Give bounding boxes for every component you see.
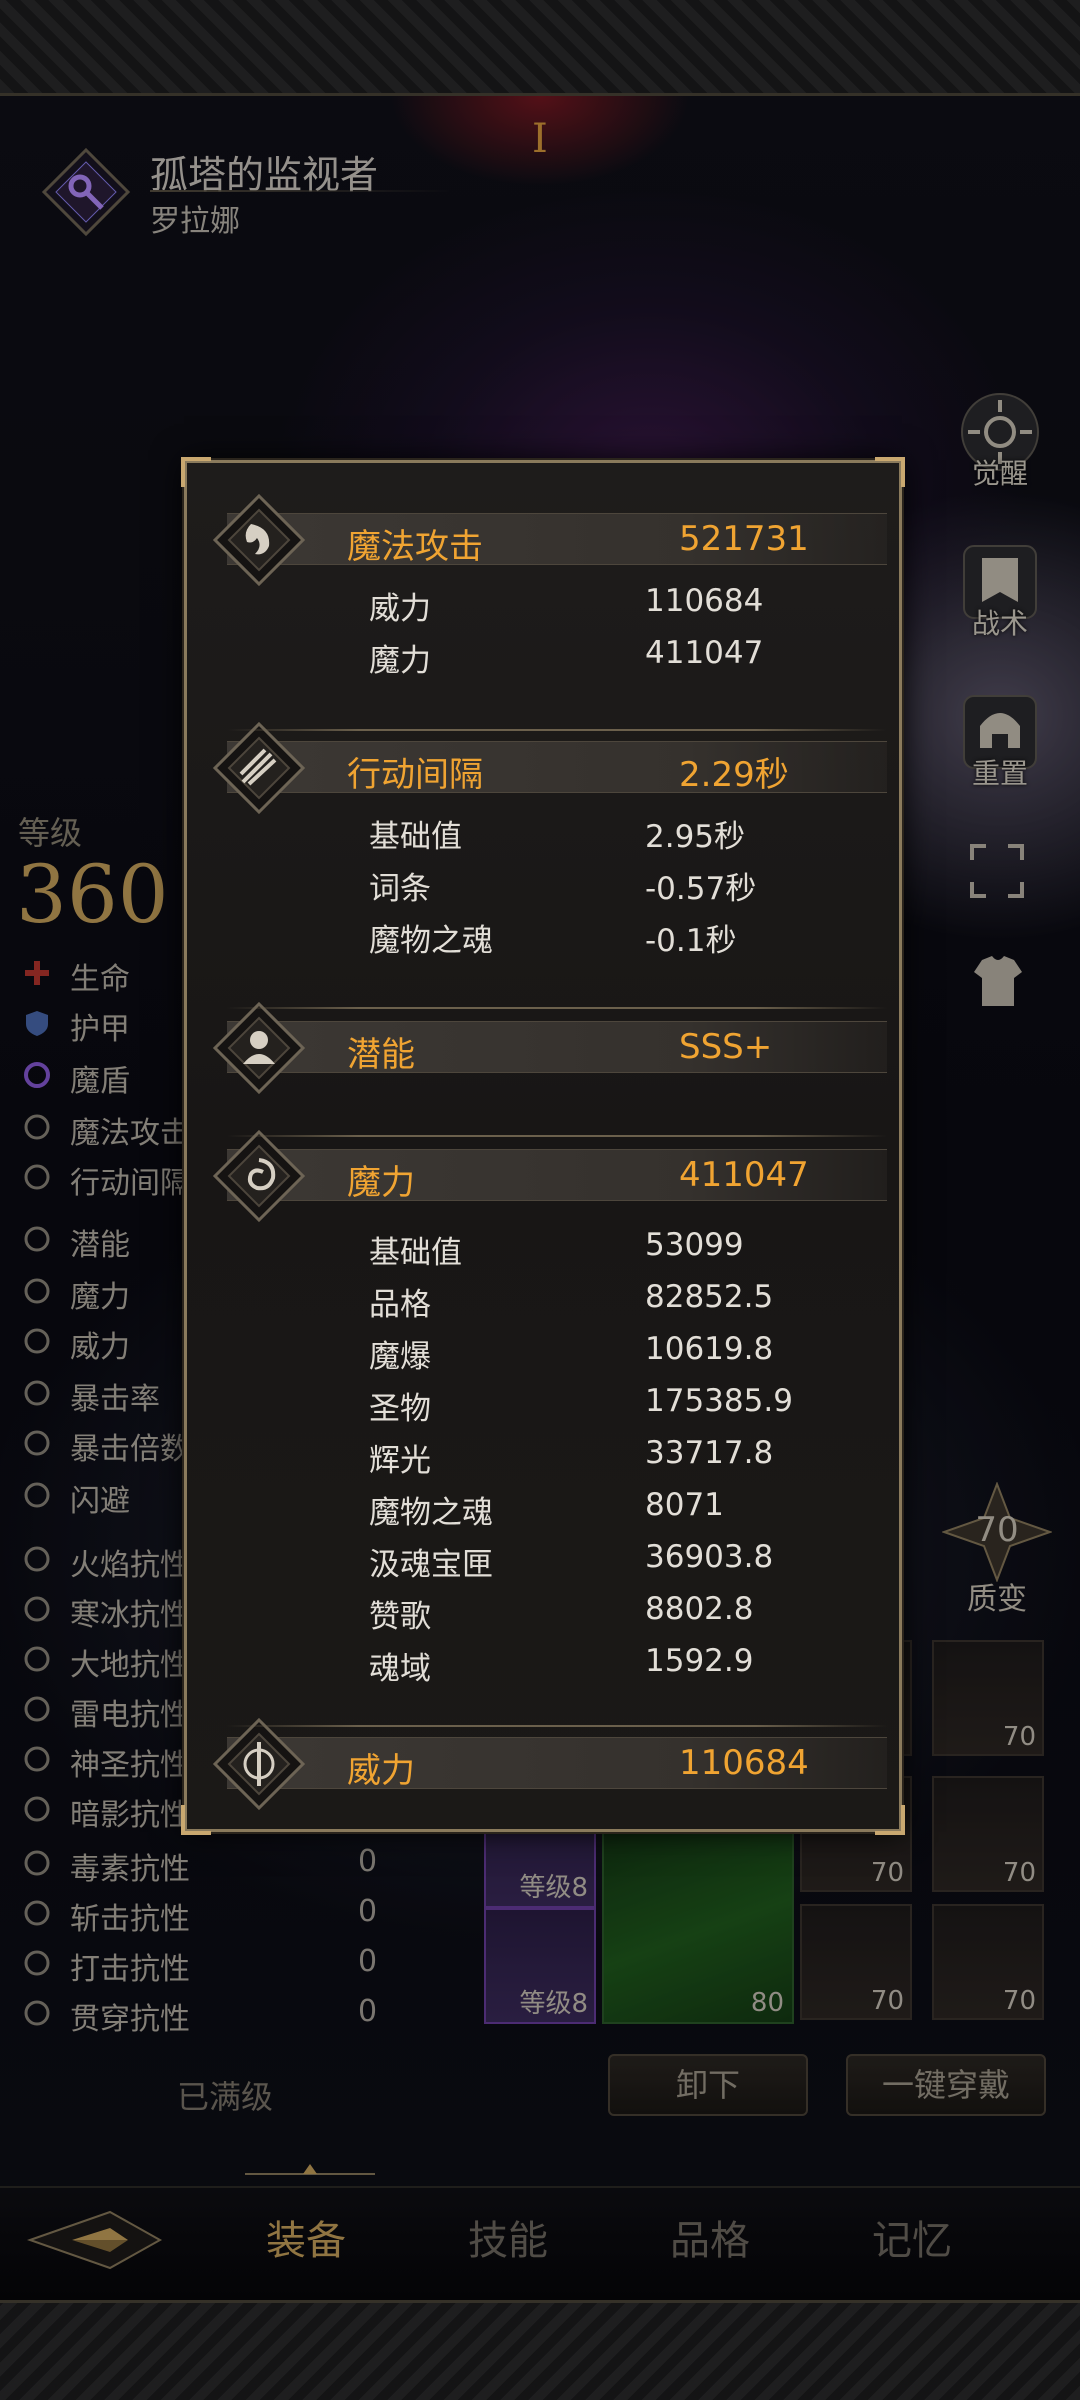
detail-name: 基础值 [369,819,462,855]
detail-row: 基础值 2.95秒 [369,811,869,861]
detail-row: 魂域 1592.9 [369,1643,869,1693]
section-title: 魔法攻击 [347,527,483,567]
section-title: 魔力 [347,1163,415,1203]
detail-row: 魔物之魂 -0.1秒 [369,915,869,965]
detail-value: 110684 [645,583,764,619]
section-header: 潜能 SSS+ [212,1001,887,1095]
magic-power-swirl-icon [211,1128,307,1224]
detail-name: 辉光 [369,1443,431,1479]
section-divider [227,729,887,731]
frame-corner [875,1805,905,1835]
detail-value: 175385.9 [645,1383,793,1419]
detail-name: 圣物 [369,1391,431,1427]
detail-name: 汲魂宝匣 [369,1547,493,1583]
detail-name: 基础值 [369,1235,462,1271]
section-title: 潜能 [347,1035,415,1075]
detail-row: 基础值 53099 [369,1227,869,1277]
magic-attack-icon [211,492,307,588]
detail-value: 53099 [645,1227,744,1263]
detail-value: 82852.5 [645,1279,774,1315]
detail-value: 411047 [645,635,764,671]
detail-value: 1592.9 [645,1643,754,1679]
section-header: 魔力 411047 [212,1129,887,1223]
detail-name: 品格 [369,1287,431,1323]
detail-name: 魔物之魂 [369,1495,493,1531]
frame-corner [875,457,905,487]
detail-name: 魔爆 [369,1339,431,1375]
section-title: 威力 [347,1751,415,1791]
detail-name: 魔力 [369,643,431,679]
detail-value: 8071 [645,1487,724,1523]
detail-value: 2.95秒 [645,819,746,855]
section-divider [227,1725,887,1727]
section-value: 2.29秒 [679,755,789,795]
section-divider [227,1135,887,1137]
detail-row: 辉光 33717.8 [369,1435,869,1485]
might-sword-icon [211,1716,307,1812]
detail-value: -0.57秒 [645,871,757,907]
section-value: 110684 [679,1743,809,1783]
detail-name: 词条 [369,871,431,907]
section-value: SSS+ [679,1027,773,1067]
detail-value: 10619.8 [645,1331,774,1367]
detail-value: 8802.8 [645,1591,754,1627]
potential-bust-icon [211,1000,307,1096]
frame-corner [181,457,211,487]
section-title: 行动间隔 [347,755,483,795]
detail-row: 圣物 175385.9 [369,1383,869,1433]
detail-row: 品格 82852.5 [369,1279,869,1329]
detail-name: 赞歌 [369,1599,431,1635]
frame-corner [181,1805,211,1835]
detail-value: 33717.8 [645,1435,774,1471]
detail-row: 赞歌 8802.8 [369,1591,869,1641]
section-header: 行动间隔 2.29秒 [212,721,887,815]
detail-name: 魔物之魂 [369,923,493,959]
detail-value: 36903.8 [645,1539,774,1575]
detail-row: 汲魂宝匣 36903.8 [369,1539,869,1589]
stat-detail-tooltip: 魔法攻击 521731 威力 110684 魔力 411047 行动间隔 2.29秒基础值 2.… [181,457,905,1835]
section-header: 威力 110684 [212,1717,887,1811]
section-header: 魔法攻击 521731 [212,493,887,587]
detail-name: 魂域 [369,1651,431,1687]
section-value: 521731 [679,519,809,559]
detail-row: 威力 110684 [369,583,869,633]
detail-row: 魔爆 10619.8 [369,1331,869,1381]
detail-name: 威力 [369,591,431,627]
section-divider [227,1007,887,1009]
detail-row: 魔力 411047 [369,635,869,685]
section-value: 411047 [679,1155,809,1195]
detail-row: 词条 -0.57秒 [369,863,869,913]
action-interval-icon [211,720,307,816]
detail-row: 魔物之魂 8071 [369,1487,869,1537]
detail-value: -0.1秒 [645,923,737,959]
